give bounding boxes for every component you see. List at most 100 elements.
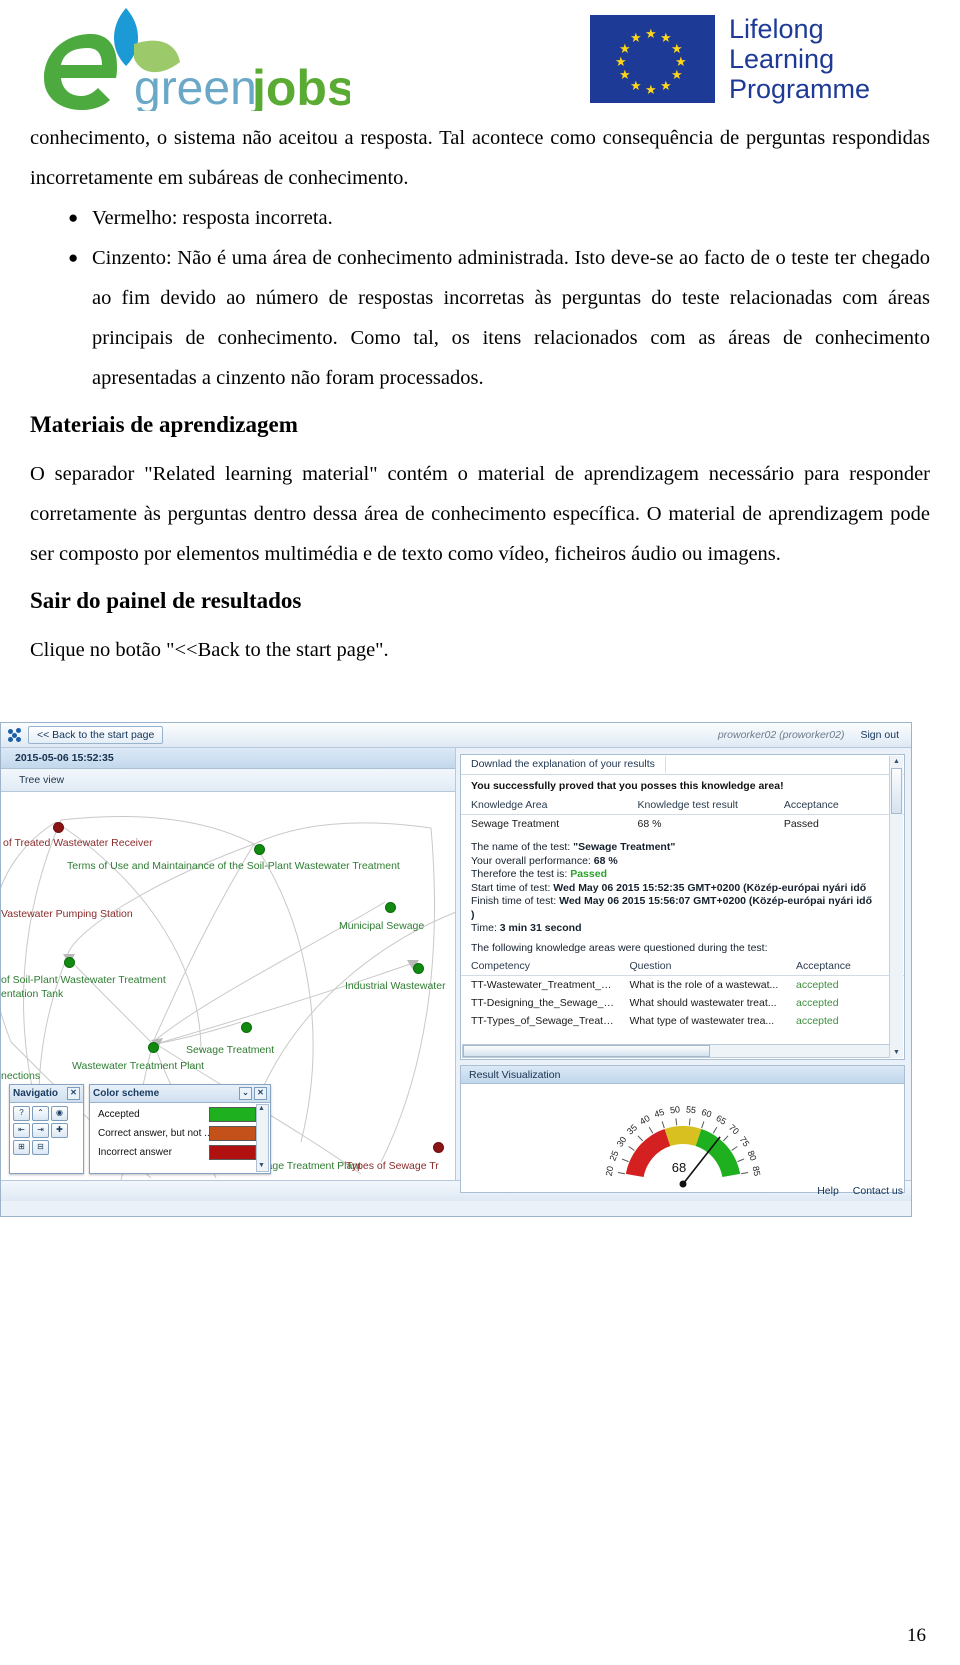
graph-node[interactable] [385,902,396,913]
detail-finish-time-value: Wed May 06 2015 15:56:07 GMT+0200 (Közép… [559,895,873,907]
bullet-text: Vermelho: resposta incorreta. [92,207,333,229]
navigator-palette[interactable]: Navigatio ✕ ? ⌃ ◉ ⇤ ⇥ ✚ ⊞ ⊟ [9,1084,84,1174]
vertical-scrollbar[interactable]: ▲ ▼ [889,756,903,1058]
column-acceptance[interactable]: Acceptance [786,957,904,976]
gauge-tick-label: 30 [614,1135,628,1149]
paragraph-exit-instruction: Clique no botão "<<Back to the start pag… [30,639,389,661]
detail-start-time-value: Wed May 06 2015 15:52:35 GMT+0200 (Közép… [553,881,867,894]
scroll-down-icon[interactable]: ▼ [257,1162,266,1171]
results-pane: Downlad the explanation of your results … [456,748,911,1193]
navigator-button[interactable]: ? [13,1106,30,1121]
chevron-down-icon[interactable]: ⌄ [239,1087,252,1100]
graph-node[interactable] [433,1142,444,1153]
download-explanation-tab[interactable]: Downlad the explanation of your results [461,755,904,775]
graph-node[interactable] [241,1022,252,1033]
graph-node-label[interactable]: of Treated Wastewater Receiver [3,837,153,849]
color-scheme-palette[interactable]: Color scheme ⌄ ✕ Accepted Correct answer,… [89,1084,271,1174]
graph-node[interactable] [53,822,64,833]
navigator-button[interactable]: ✚ [51,1123,68,1138]
navigator-button[interactable]: ⊞ [13,1140,30,1155]
detail-performance-label: Your overall performance: [471,854,591,867]
color-scheme-row[interactable]: Correct answer, but not ... [90,1124,270,1143]
column-knowledge-area[interactable]: Knowledge Area [461,797,628,815]
column-test-result[interactable]: Knowledge test result [627,797,774,815]
table-row[interactable]: TT-Types_of_Sewage_Treatm... What type of… [461,1012,904,1030]
bullet-icon: ● [68,248,79,267]
gauge-tick [674,1118,677,1126]
questions-table-body: TT-Wastewater_Treatment_Pl... What is the… [461,975,904,1030]
gauge-tick-label: 20 [603,1165,615,1177]
paragraph-continuation: conhecimento, o sistema não aceitou a re… [30,127,930,189]
gauge-tick-label: 55 [685,1104,696,1115]
color-scheme-header: Color scheme ⌄ ✕ [90,1085,270,1103]
gauge-tick-label: 80 [745,1149,758,1162]
sign-out-link[interactable]: Sign out [860,729,899,741]
knowledge-graph[interactable]: of Treated Wastewater Receiver Terms of U… [1,792,455,1180]
navigator-button[interactable]: ⇤ [13,1123,30,1138]
legend-bullet-list: ● Vermelho: resposta incorreta. ● Cinzen… [30,198,930,398]
gauge-tick [627,1146,635,1151]
column-acceptance[interactable]: Acceptance [773,797,904,815]
color-scheme-row[interactable]: Accepted [90,1105,270,1124]
graph-node-label[interactable]: Sewage Treatment [186,1044,274,1056]
navigator-button[interactable]: ◉ [51,1106,68,1121]
color-swatch [209,1145,256,1160]
gauge-tick [661,1121,665,1129]
detail-performance-value: 68 % [593,854,618,867]
lifelong-learning-programme-logo: ★ ★ ★ ★ ★ ★ ★ ★ ★ ★ ★ ★ Lifelong Learnin… [590,10,900,108]
gauge-tick-label: 50 [669,1104,680,1115]
gauge-tick-label: 70 [726,1122,740,1136]
table-row[interactable]: Sewage Treatment 68 % Passed [461,815,904,834]
graph-node-label[interactable]: nections [1,1070,40,1082]
table-cell: TT-Types_of_Sewage_Treatm... [471,1014,620,1027]
gauge-tick-label: 45 [653,1107,666,1120]
app-toolbar: << Back to the start page proworker02 (p… [1,723,911,748]
scrollbar-thumb[interactable] [891,768,902,814]
gauge-zone [664,1126,701,1147]
graph-node[interactable] [64,957,75,968]
llp-line-2: Learning [729,44,835,74]
detail-test-name-label: The name of the test: [471,841,571,853]
navigator-button[interactable]: ⇥ [32,1123,49,1138]
table-cell: Passed [783,818,819,830]
graph-node-label[interactable]: entation Tank [1,988,63,1000]
color-scheme-scrollbar[interactable]: ▲ ▼ [256,1104,269,1172]
graph-node-label[interactable]: Types of Sewage Tr [346,1160,439,1172]
scrollbar-thumb[interactable] [463,1045,711,1057]
session-timestamp: 2015-05-06 15:52:35 [1,748,455,769]
column-competency[interactable]: Competency [461,957,620,976]
graph-node[interactable] [148,1042,159,1053]
navigator-button-grid[interactable]: ? ⌃ ◉ ⇤ ⇥ ✚ ⊞ ⊟ [10,1103,83,1158]
table-cell: accepted [796,1014,839,1027]
scroll-up-icon[interactable]: ▲ [257,1105,266,1114]
graph-node-label[interactable]: Municipal Sewage [339,920,424,932]
graph-node[interactable] [254,844,265,855]
close-icon[interactable]: ✕ [254,1087,267,1100]
gauge-tick [648,1127,653,1134]
scroll-up-icon[interactable]: ▲ [890,756,903,767]
column-question[interactable]: Question [619,957,786,976]
table-cell: What is the role of a wastewat... [629,978,779,991]
detail-elapsed-time: Time: 3 min 31 second [471,922,894,936]
close-icon[interactable]: ✕ [67,1087,80,1100]
color-scheme-row[interactable]: Incorrect answer [90,1143,270,1162]
graph-node-label[interactable]: Wastewater Treatment Plant [72,1060,204,1072]
color-swatch [209,1126,256,1141]
graph-node-label[interactable]: Industrial Wastewater [345,980,446,992]
graph-node-label[interactable]: Terms of Use and Maintainance of the Soi… [67,860,400,872]
svg-text:jobs: jobs [251,60,350,111]
scroll-down-icon[interactable]: ▼ [890,1047,903,1058]
table-cell: accepted [796,978,839,991]
horizontal-scrollbar[interactable] [462,1044,890,1058]
graph-node[interactable] [413,963,424,974]
graph-node-label[interactable]: of Soil-Plant Wastewater Treatment [1,974,166,986]
navigator-button[interactable]: ⊟ [32,1140,49,1155]
graph-node-label[interactable]: Vastewater Pumping Station [1,908,133,920]
gauge-tick [637,1135,643,1142]
tab-tree-view[interactable]: Tree view [1,769,455,792]
navigator-button[interactable]: ⌃ [32,1106,49,1121]
back-to-start-page-button[interactable]: << Back to the start page [28,726,164,744]
gauge-tick [736,1158,744,1163]
table-row[interactable]: TT-Designing_the_Sewage_T... What should … [461,994,904,1012]
table-row[interactable]: TT-Wastewater_Treatment_Pl... What is the… [461,975,904,994]
